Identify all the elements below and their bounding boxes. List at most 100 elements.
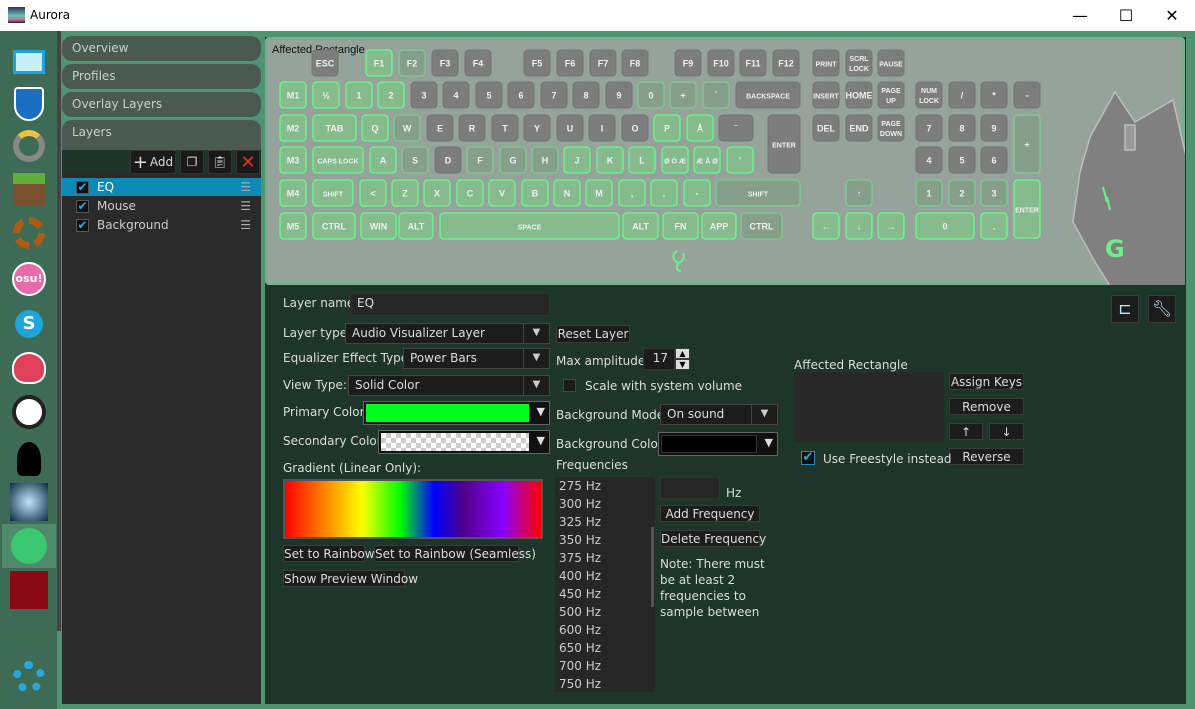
key-4[interactable]: 4 — [915, 146, 943, 174]
key-→[interactable]: → — [877, 212, 905, 240]
gradient-editor[interactable] — [283, 479, 543, 539]
key-2[interactable]: 2 — [377, 81, 405, 109]
key-print[interactable]: PRINT — [812, 49, 840, 77]
key-←[interactable]: ← — [812, 212, 840, 240]
key-m3[interactable]: M3 — [279, 146, 307, 174]
app-generic-application[interactable] — [6, 211, 52, 255]
key-0[interactable]: 0 — [915, 212, 975, 240]
key-l[interactable]: L — [628, 146, 656, 174]
key-ø-ö-æ[interactable]: Ø Ö Æ — [661, 146, 689, 174]
key-backspace[interactable]: BACKSPACE — [735, 81, 801, 109]
frequency-item[interactable]: 325 Hz — [555, 513, 655, 531]
key-d[interactable]: D — [434, 146, 462, 174]
key-f8[interactable]: F8 — [621, 49, 649, 77]
key-s[interactable]: S — [401, 146, 429, 174]
key-enter[interactable]: ENTER — [767, 114, 801, 174]
key-t[interactable]: T — [491, 114, 519, 142]
key-r[interactable]: R — [458, 114, 486, 142]
key-end[interactable]: END — [845, 114, 873, 142]
set-rainbow-seamless-button[interactable]: Set to Rainbow (Seamless) — [374, 545, 536, 562]
assign-keys-button[interactable]: Assign Keys — [949, 373, 1024, 390]
key-b[interactable]: B — [521, 179, 549, 207]
minimize-button[interactable]: — — [1057, 0, 1103, 31]
frequency-item[interactable]: 350 Hz — [555, 531, 655, 549]
delete-frequency-button[interactable]: Delete Frequency — [660, 530, 766, 547]
key-,[interactable]: , — [618, 179, 646, 207]
frequency-list-scrollbar[interactable] — [651, 527, 654, 607]
key-m5[interactable]: M5 — [279, 212, 307, 240]
key-f11[interactable]: F11 — [739, 49, 767, 77]
key-½[interactable]: ½ — [312, 81, 340, 109]
increment-button[interactable]: ▲ — [675, 348, 690, 359]
key-2[interactable]: 2 — [948, 179, 976, 207]
key-↓[interactable]: ↓ — [845, 212, 873, 240]
key-8[interactable]: 8 — [948, 114, 976, 142]
key-9[interactable]: 9 — [605, 81, 633, 109]
key-x[interactable]: X — [423, 179, 451, 207]
layer-enabled-checkbox[interactable]: ✔ — [76, 218, 89, 232]
key-å[interactable]: Å — [686, 114, 714, 142]
key-1[interactable]: 1 — [345, 81, 373, 109]
primary-color-picker[interactable]: ▼ — [363, 401, 550, 425]
key-m1[interactable]: M1 — [279, 81, 307, 109]
key-o[interactable]: O — [621, 114, 649, 142]
key-v[interactable]: V — [488, 179, 516, 207]
key-tab[interactable]: TAB — [312, 114, 357, 142]
key-j[interactable]: J — [563, 146, 591, 174]
frequency-item[interactable]: 600 Hz — [555, 621, 655, 639]
key-del[interactable]: DEL — [812, 114, 840, 142]
layer-settings-button[interactable]: 🔧︎ — [1148, 295, 1176, 323]
key-/[interactable]: / — [948, 81, 976, 109]
key-7[interactable]: 7 — [915, 114, 943, 142]
key-6[interactable]: 6 — [507, 81, 535, 109]
key-f9[interactable]: F9 — [674, 49, 702, 77]
key-f3[interactable]: F3 — [431, 49, 459, 77]
layer-name-input[interactable]: EQ — [350, 293, 550, 316]
key-ctrl[interactable]: CTRL — [740, 212, 783, 240]
key-f4[interactable]: F4 — [464, 49, 492, 77]
key-m[interactable]: M — [585, 179, 613, 207]
eq-type-select[interactable]: Power Bars ▼ — [403, 348, 550, 369]
key-f1[interactable]: F1 — [365, 49, 393, 77]
key-k[interactable]: K — [596, 146, 624, 174]
key-fn[interactable]: FN — [662, 212, 699, 240]
add-layer-button[interactable]: + Add — [130, 150, 176, 174]
key-shift[interactable]: SHIFT — [312, 179, 354, 207]
key-5[interactable]: 5 — [475, 81, 503, 109]
key--[interactable]: - — [683, 179, 711, 207]
maximize-button[interactable]: ☐ — [1103, 0, 1149, 31]
tab-overlay-layers[interactable]: Overlay Layers — [62, 92, 261, 117]
key--[interactable]: - — [1013, 81, 1041, 109]
key-esc[interactable]: ESC — [311, 49, 339, 77]
key-1[interactable]: 1 — [915, 179, 943, 207]
key-0[interactable]: 0 — [637, 81, 665, 109]
background-color-picker[interactable]: ▼ — [658, 432, 778, 456]
reset-layer-button[interactable]: Reset Layer — [556, 325, 630, 343]
key-pause[interactable]: PAUSE — [877, 49, 905, 77]
key-scrl-lock[interactable]: SCRL LOCK — [845, 49, 873, 77]
paste-layer-button[interactable]: 📋︎ — [208, 150, 232, 174]
app-settings[interactable] — [6, 655, 52, 699]
frequency-item[interactable]: 650 Hz — [555, 639, 655, 657]
key-y[interactable]: Y — [523, 114, 551, 142]
key-alt[interactable]: ALT — [398, 212, 434, 240]
app-dishonored[interactable] — [6, 390, 52, 434]
key-<[interactable]: < — [359, 179, 387, 207]
key-f7[interactable]: F7 — [589, 49, 617, 77]
show-preview-window-button[interactable]: Show Preview Window — [283, 570, 418, 587]
key-.[interactable]: . — [980, 212, 1008, 240]
key-↑[interactable]: ↑ — [845, 179, 873, 207]
app-minecraft[interactable] — [6, 167, 52, 211]
key-æ-ä-ø[interactable]: Æ Ä Ø — [693, 146, 721, 174]
key-u[interactable]: U — [556, 114, 584, 142]
key-3[interactable]: 3 — [410, 81, 438, 109]
key-app[interactable]: APP — [701, 212, 737, 240]
keyboard-preview-canvas[interactable]: Affected Rectangle ESC F1 F2 F3 F4 F5 F6 F7 F8 F9… — [265, 37, 1185, 285]
remove-button[interactable]: Remove — [949, 398, 1024, 415]
layer-enabled-checkbox[interactable]: ✔ — [76, 199, 89, 213]
key-page-up[interactable]: PAGE UP — [877, 81, 905, 109]
key-3[interactable]: 3 — [980, 179, 1008, 207]
delete-layer-button[interactable]: ✕ — [236, 150, 260, 174]
key-f2[interactable]: F2 — [398, 49, 426, 77]
set-rainbow-button[interactable]: Set to Rainbow — [283, 545, 375, 562]
